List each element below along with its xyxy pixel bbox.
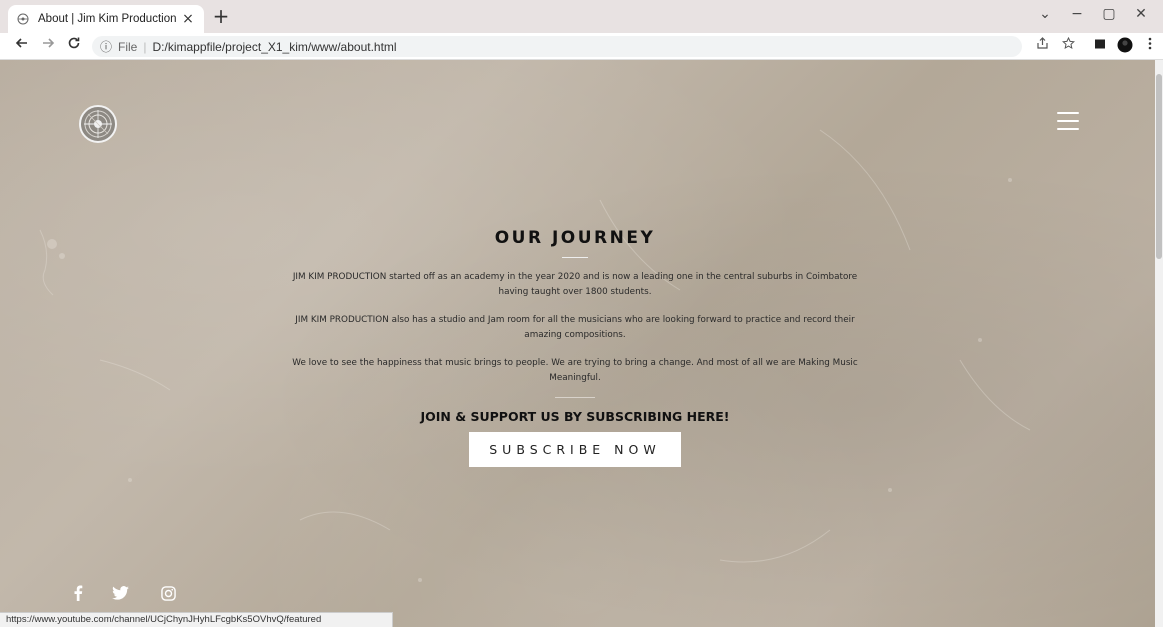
subscribe-heading: JOIN & SUPPORT US BY SUBSCRIBING HERE! bbox=[420, 409, 730, 424]
tab-close-icon[interactable]: × bbox=[180, 11, 196, 27]
browser-menu-icon[interactable] bbox=[1140, 37, 1160, 57]
journey-paragraph: JIM KIM PRODUCTION also has a studio and… bbox=[295, 315, 855, 340]
page-title: OUR JOURNEY bbox=[494, 228, 656, 248]
side-panel-icon[interactable] bbox=[1090, 37, 1110, 57]
subscribe-now-button[interactable]: SUBSCRIBE NOW bbox=[469, 432, 681, 467]
twitter-link[interactable] bbox=[110, 583, 130, 603]
browser-tab[interactable]: About | Jim Kim Production × bbox=[8, 5, 204, 33]
tab-search-icon[interactable]: ⌄ bbox=[1030, 6, 1060, 22]
back-arrow-icon bbox=[15, 38, 27, 48]
forward-button[interactable] bbox=[38, 36, 58, 56]
menu-bar-line bbox=[1057, 112, 1079, 114]
instagram-link[interactable] bbox=[159, 583, 177, 603]
forward-arrow-icon bbox=[43, 38, 55, 48]
scrollbar-thumb[interactable] bbox=[1156, 74, 1162, 259]
menu-bar-line bbox=[1057, 120, 1079, 122]
close-window-button[interactable]: ✕ bbox=[1126, 6, 1156, 22]
facebook-link[interactable] bbox=[70, 583, 86, 603]
bookmark-star-icon[interactable] bbox=[1058, 36, 1078, 57]
vinyl-logo-icon[interactable] bbox=[78, 104, 118, 144]
site-favicon-icon bbox=[16, 12, 30, 26]
new-tab-button[interactable]: + bbox=[210, 6, 232, 28]
link-status-bar: https://www.youtube.com/channel/UCjChynJ… bbox=[0, 612, 393, 627]
address-separator: | bbox=[143, 39, 147, 54]
back-button[interactable] bbox=[12, 36, 32, 56]
journey-paragraph: We love to see the happiness that music … bbox=[292, 358, 858, 383]
share-icon[interactable] bbox=[1032, 37, 1052, 57]
tab-title: About | Jim Kim Production bbox=[38, 13, 177, 25]
minimize-button[interactable]: − bbox=[1062, 6, 1092, 22]
facebook-icon bbox=[74, 585, 83, 601]
browser-tab-strip: About | Jim Kim Production × + ⌄ − ▢ ✕ bbox=[0, 0, 1163, 33]
section-divider bbox=[555, 397, 595, 398]
address-bar[interactable]: ⓘ File | D:/kimappfile/project_X1_kim/ww… bbox=[92, 36, 1022, 57]
title-divider bbox=[562, 257, 588, 258]
journey-paragraph: JIM KIM PRODUCTION started off as an aca… bbox=[292, 272, 858, 297]
maximize-button[interactable]: ▢ bbox=[1094, 6, 1124, 22]
journey-section: OUR JOURNEY JIM KIM PRODUCTION started o… bbox=[290, 225, 860, 467]
reload-icon bbox=[68, 37, 80, 49]
menu-bar-line bbox=[1057, 128, 1079, 130]
profile-avatar-icon[interactable] bbox=[1115, 37, 1135, 57]
page-viewport: OUR JOURNEY JIM KIM PRODUCTION started o… bbox=[0, 60, 1155, 627]
reload-button[interactable] bbox=[64, 36, 84, 56]
site-info-icon[interactable]: ⓘ bbox=[100, 38, 112, 55]
instagram-icon bbox=[160, 585, 176, 601]
hamburger-menu-icon[interactable] bbox=[1057, 112, 1079, 130]
twitter-icon bbox=[111, 586, 129, 600]
protocol-label: File bbox=[118, 39, 138, 54]
url-text[interactable]: D:/kimappfile/project_X1_kim/www/about.h… bbox=[152, 40, 396, 54]
vertical-scrollbar[interactable] bbox=[1155, 60, 1163, 627]
address-toolbar: ⓘ File | D:/kimappfile/project_X1_kim/ww… bbox=[0, 33, 1163, 60]
